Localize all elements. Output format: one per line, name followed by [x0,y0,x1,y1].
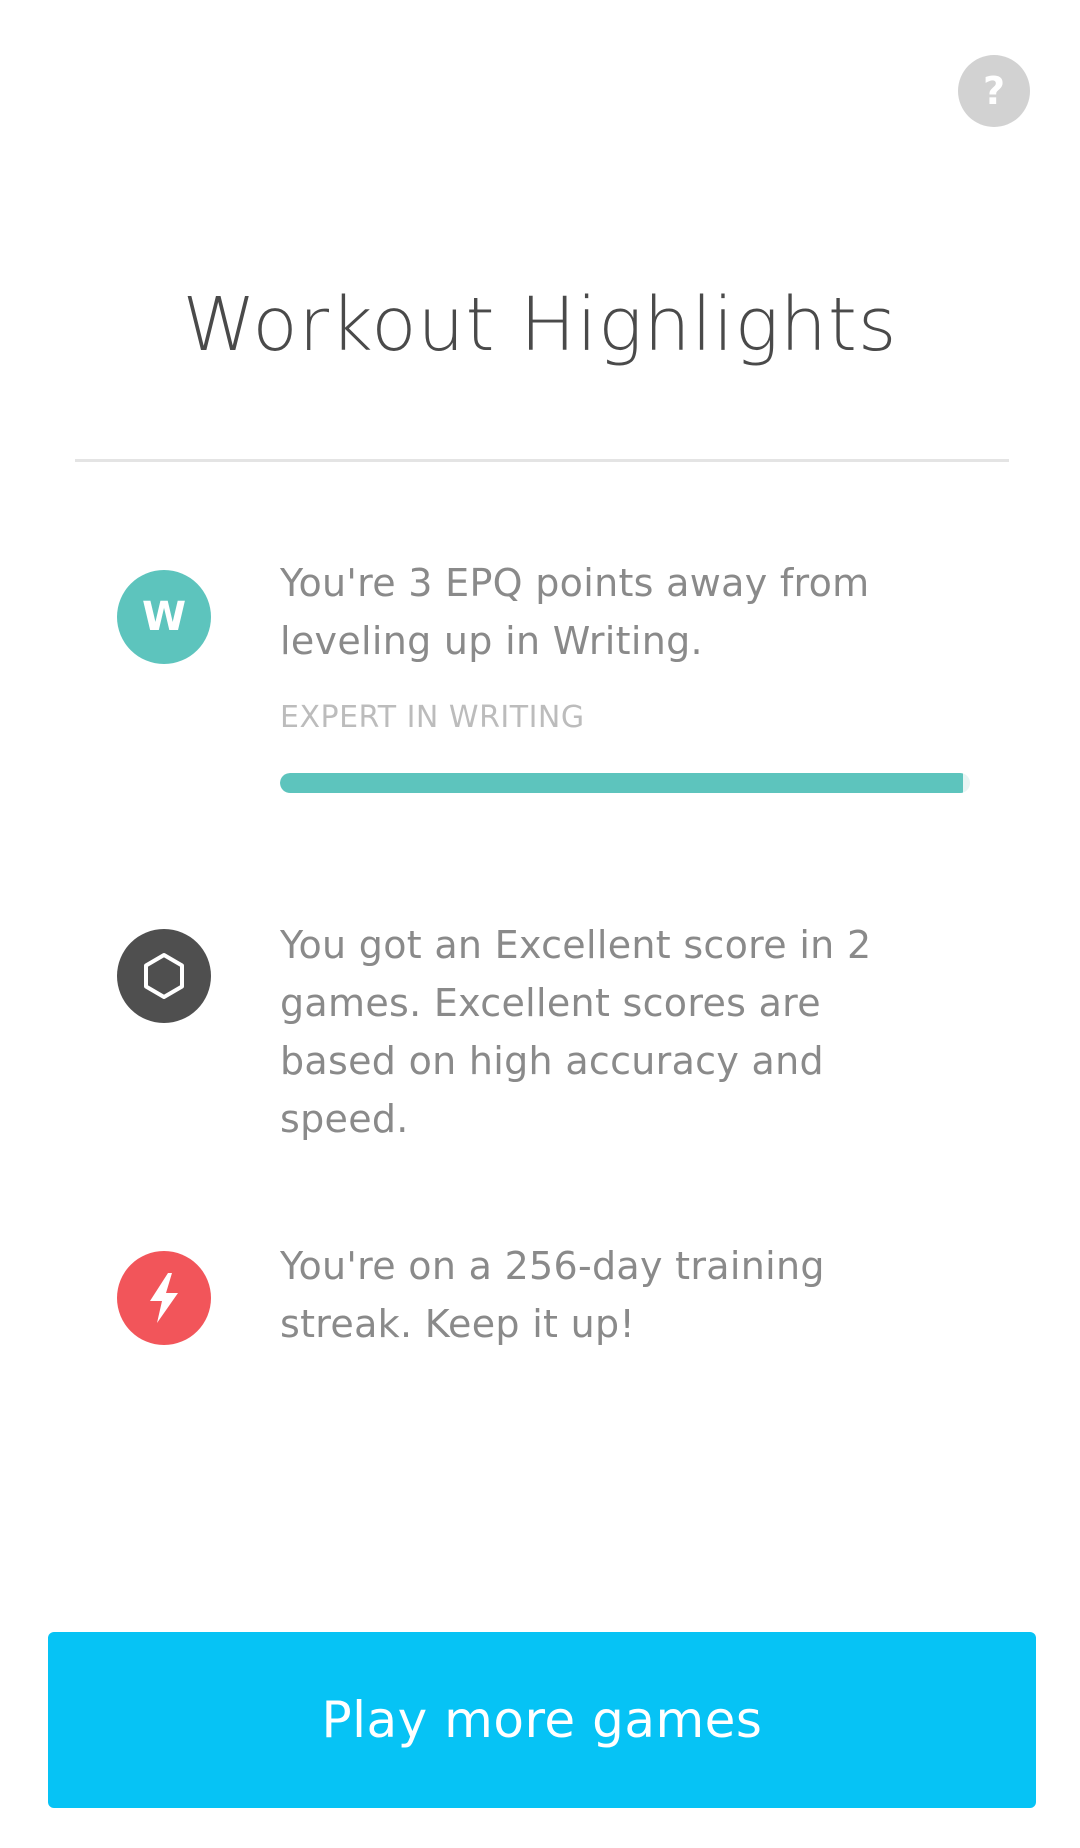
play-more-games-button[interactable]: Play more games [48,1632,1036,1808]
page-title: Workout Highlights [182,282,898,368]
divider [75,459,1009,462]
writing-badge-letter: W [141,594,187,640]
level-progress-bar [280,773,970,793]
question-mark-icon: ? [982,69,1006,113]
lightning-bolt-glyph [150,1273,178,1323]
excellent-highlight-text: You got an Excellent score in 2 games. E… [280,923,872,1141]
hexagon-icon [117,929,211,1023]
help-button[interactable]: ? [958,55,1030,127]
level-progress-fill [280,773,964,793]
streak-highlight-text: You're on a 256-day training streak. Kee… [280,1244,825,1346]
writing-highlight-text: You're 3 EPQ points away from leveling u… [280,561,870,663]
hexagon-glyph [144,953,184,999]
workout-highlights-screen: ? Workout Highlights W You're 3 EPQ poin… [0,0,1080,1848]
level-label: EXPERT IN WRITING [280,700,585,735]
lightning-bolt-icon [117,1251,211,1345]
writing-badge-icon: W [117,570,211,664]
